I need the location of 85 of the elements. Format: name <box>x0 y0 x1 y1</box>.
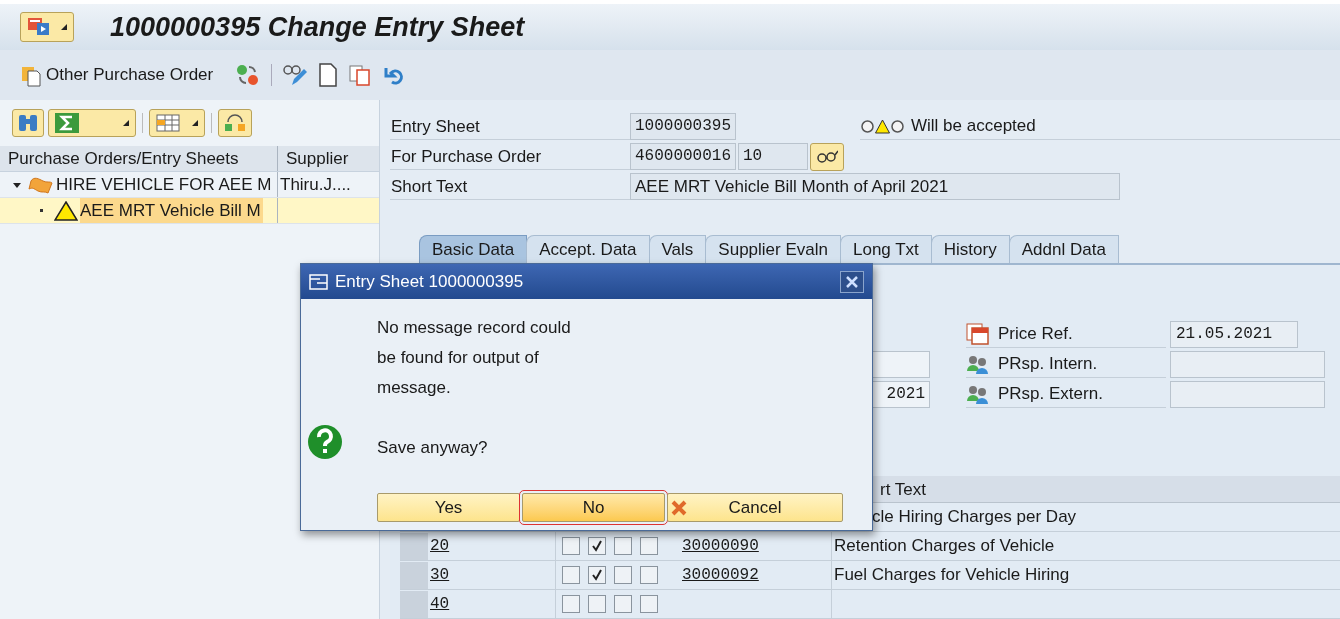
menu-icon <box>27 17 51 37</box>
column-header[interactable]: Purchase Orders/Entry Sheets <box>0 146 278 171</box>
menu-button[interactable] <box>20 12 74 42</box>
checkbox[interactable] <box>588 537 606 555</box>
table-cell-text: Thiru.J.... <box>279 173 351 196</box>
tab[interactable]: Addnl Data <box>1008 235 1119 263</box>
item-number[interactable]: 20 <box>430 534 450 558</box>
column-header[interactable]: rt Text <box>880 480 926 499</box>
input-field[interactable]: 4600000016 <box>630 143 736 170</box>
grid-icon <box>156 113 180 133</box>
date-field[interactable]: 2021 <box>870 381 930 408</box>
sum-icon <box>55 113 79 133</box>
item-number[interactable]: 40 <box>430 592 450 616</box>
field-label: PRsp. Intern. <box>998 353 1098 376</box>
checkbox[interactable] <box>614 595 632 613</box>
input-field[interactable]: 1000000395 <box>630 113 736 140</box>
row-selector[interactable] <box>400 532 428 560</box>
glasses-button[interactable] <box>810 142 844 171</box>
bullet-icon <box>40 209 43 212</box>
caret-icon <box>192 120 198 126</box>
item-number[interactable]: 30 <box>430 563 450 587</box>
checkbox[interactable] <box>562 595 580 613</box>
field-label: PRsp. Extern. <box>998 383 1103 406</box>
service-number[interactable]: 30000090 <box>682 534 759 558</box>
checkbox[interactable] <box>588 595 606 613</box>
find-button[interactable] <box>12 109 44 137</box>
checkbox[interactable] <box>640 537 658 555</box>
dialog-title: Entry Sheet 1000000395 <box>335 270 525 293</box>
dialog-button[interactable]: No <box>522 493 665 522</box>
caret-icon <box>61 24 67 30</box>
calendar-icon <box>966 323 990 345</box>
table-cell: Retention Charges of Vehicle <box>834 536 1055 556</box>
table-cell: Fuel Charges for Vehicle Hiring <box>834 565 1070 585</box>
status-text: Will be accepted <box>911 115 1036 138</box>
input-field[interactable]: 21.05.2021 <box>1170 321 1298 348</box>
question-icon <box>307 424 343 460</box>
checkbox[interactable] <box>562 566 580 584</box>
close-icon <box>846 275 858 288</box>
checkbox[interactable] <box>640 566 658 584</box>
field-label: Short Text <box>390 173 630 200</box>
tree-item[interactable]: HIRE VEHICLE FOR AEE M <box>56 172 274 197</box>
sum-button[interactable] <box>48 109 136 137</box>
tab[interactable]: Supplier Evaln <box>705 235 841 263</box>
other-purchase-order-button[interactable]: Other Purchase Order <box>20 62 214 88</box>
checkbox[interactable] <box>614 537 632 555</box>
dialog-button[interactable]: Cancel <box>667 493 843 522</box>
people-icon <box>966 383 990 405</box>
input-field[interactable] <box>1170 351 1325 378</box>
column-header[interactable]: Supplier <box>278 146 379 171</box>
input-field[interactable] <box>1170 381 1325 408</box>
layout-button[interactable] <box>149 109 205 137</box>
checkbox[interactable] <box>614 566 632 584</box>
checkbox[interactable] <box>640 595 658 613</box>
input-field[interactable]: 10 <box>738 143 808 170</box>
field-label: Price Ref. <box>998 323 1073 346</box>
display-change-icon[interactable] <box>282 63 309 87</box>
checkbox[interactable] <box>562 537 580 555</box>
caret-icon <box>123 120 129 126</box>
input-field[interactable]: AEE MRT Vehicle Bill Month of April 2021 <box>630 173 1120 200</box>
field-label: Entry Sheet <box>390 113 630 140</box>
table-cell-text: cle Hiring Charges per Day <box>871 506 1078 529</box>
tab[interactable]: History <box>930 235 1010 263</box>
dialog-question: Save anyway? <box>377 437 489 459</box>
people-icon <box>966 353 990 375</box>
tab[interactable]: Vals <box>648 235 707 263</box>
transfer-button[interactable] <box>218 109 252 137</box>
service-number[interactable]: 30000092 <box>682 563 759 587</box>
tab[interactable]: Accept. Data <box>526 235 650 263</box>
cancel-icon <box>670 498 688 517</box>
checkbox[interactable] <box>588 566 606 584</box>
dialog-message: No message record could be found for output of message. <box>377 317 572 399</box>
window-title: 1000000395 Change Entry Sheet <box>110 10 525 44</box>
window-icon <box>309 272 329 291</box>
dialog-button[interactable]: Yes <box>377 493 520 522</box>
exchange-icon <box>223 113 247 133</box>
warning-icon <box>54 200 78 221</box>
glasses-icon <box>816 148 838 165</box>
copy-icon[interactable] <box>348 63 373 87</box>
new-document-icon[interactable] <box>318 63 339 87</box>
close-button[interactable] <box>840 270 864 293</box>
field-label: For Purchase Order <box>390 143 630 170</box>
tab[interactable]: Basic Data <box>419 235 528 263</box>
input-field[interactable] <box>870 351 930 378</box>
tree-item[interactable]: AEE MRT Vehicle Bill M <box>80 198 263 223</box>
tab[interactable]: Long Txt <box>839 235 932 263</box>
